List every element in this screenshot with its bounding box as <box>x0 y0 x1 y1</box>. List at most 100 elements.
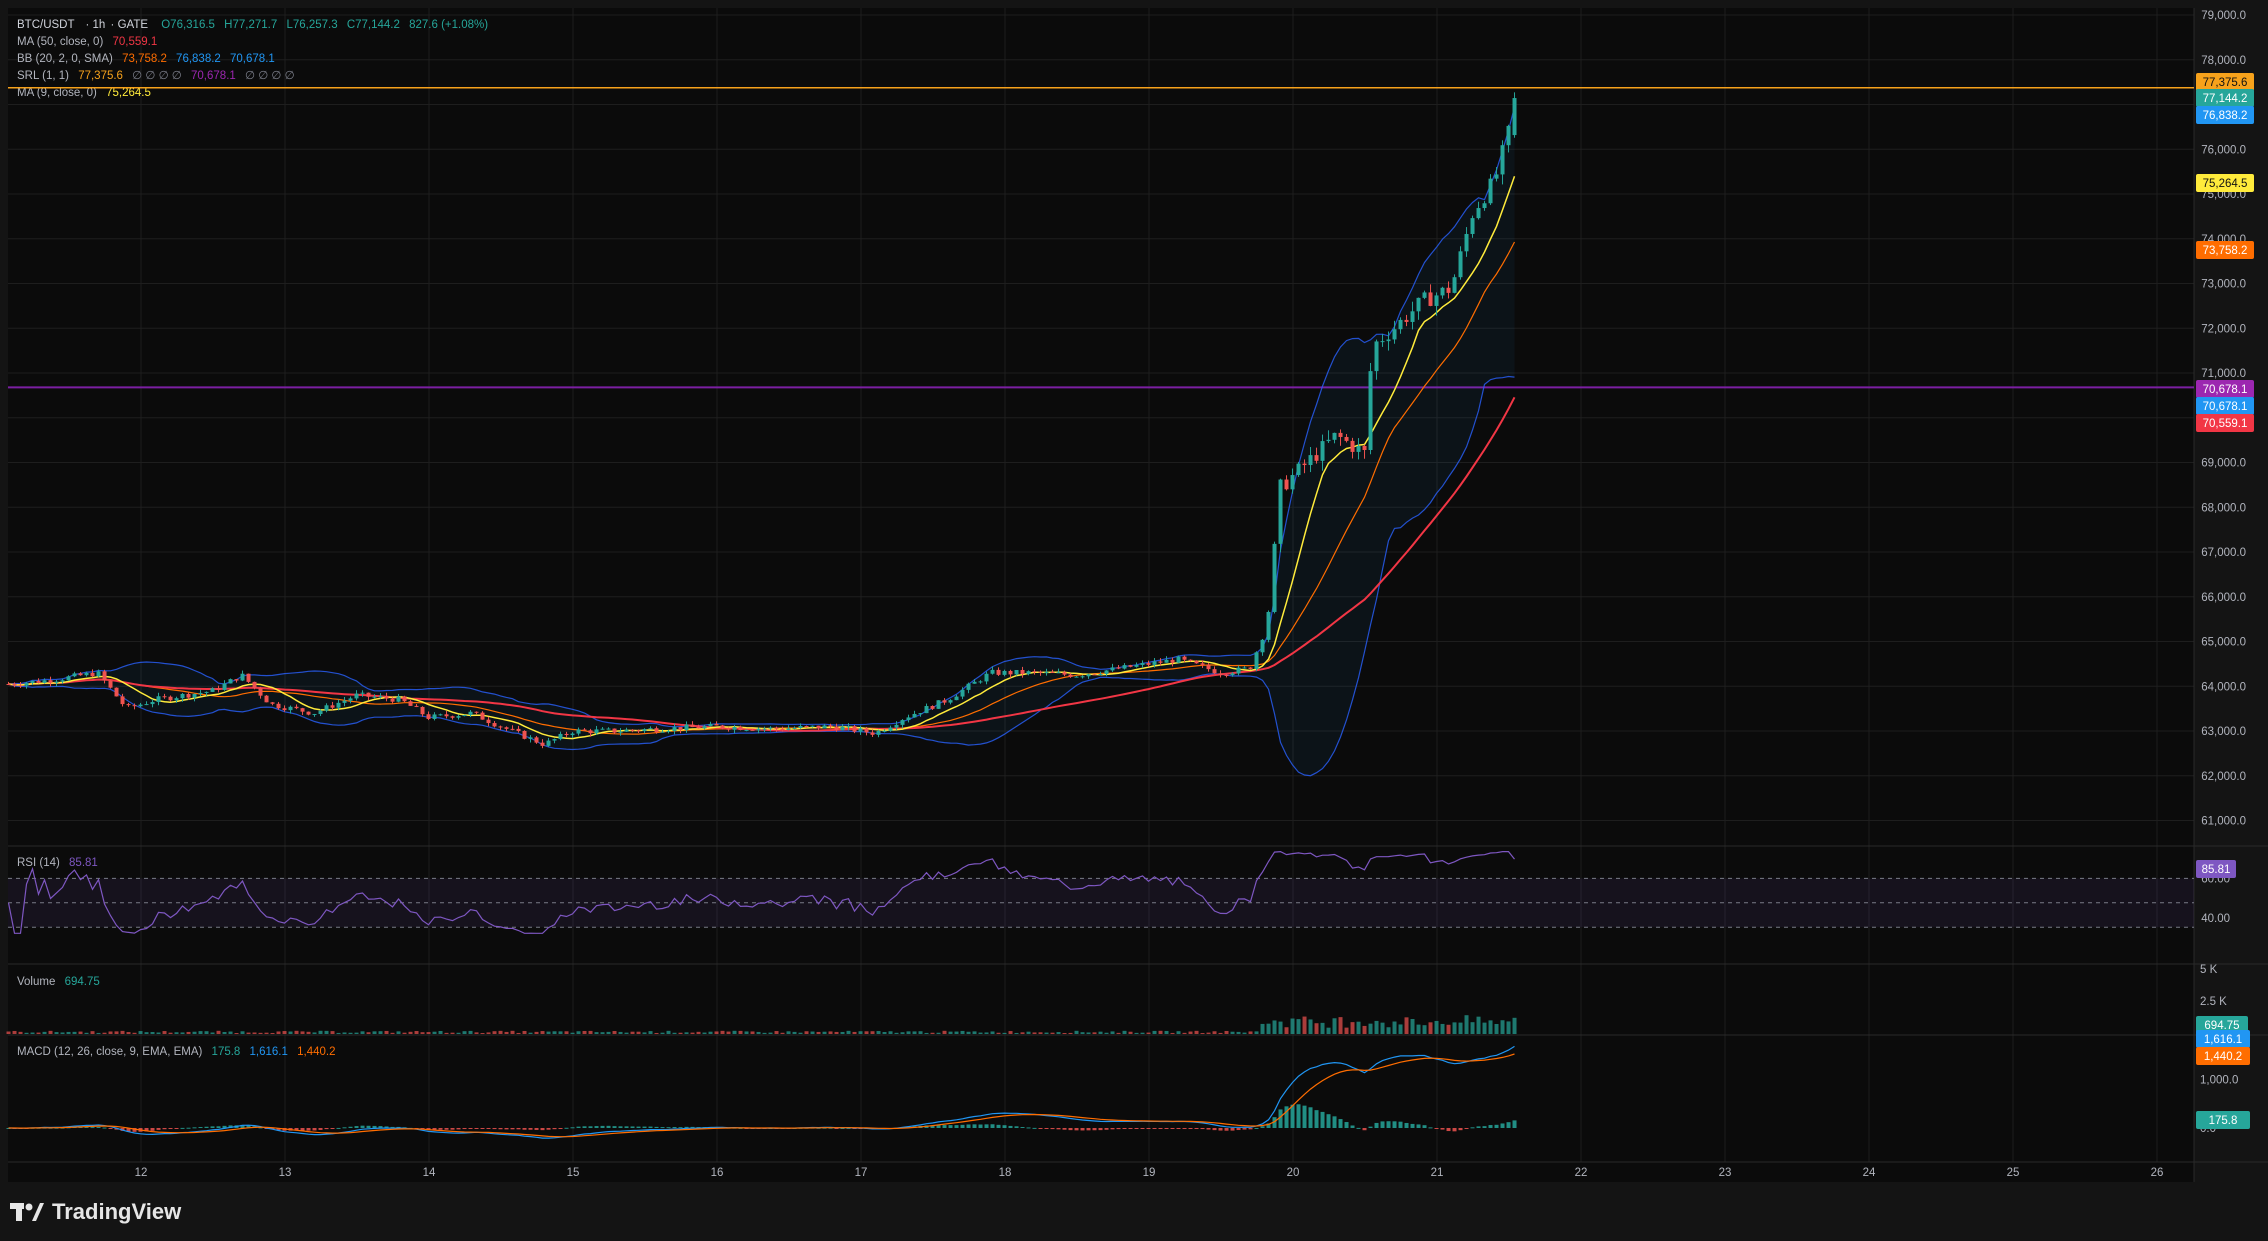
candle-body <box>864 728 869 733</box>
candle-body <box>1482 203 1487 209</box>
volume-bar <box>942 1030 947 1034</box>
volume-bar <box>1398 1024 1403 1034</box>
macd-histogram-bar <box>570 1127 575 1129</box>
volume-bar <box>648 1031 653 1034</box>
volume-bar <box>594 1032 599 1034</box>
candle-body <box>876 730 881 735</box>
macd-histogram-bar <box>1176 1128 1181 1129</box>
volume-bar <box>732 1030 737 1034</box>
candle-body <box>504 727 509 729</box>
macd-histogram-bar <box>1188 1128 1193 1129</box>
candle-body <box>1074 676 1079 678</box>
volume-bar <box>222 1031 227 1034</box>
macd-histogram-bar <box>1512 1120 1517 1128</box>
volume-bar <box>186 1031 191 1034</box>
macd-histogram-bar <box>1374 1122 1379 1128</box>
macd-histogram-bar <box>1128 1128 1133 1129</box>
time-tick-label: 18 <box>999 1167 1012 1179</box>
candle-body <box>846 726 851 728</box>
volume-bar <box>1410 1019 1415 1034</box>
volume-bar <box>960 1030 965 1034</box>
legend-header[interactable]: BTC/USDT · 1h · GATE O76,316.5 H77,271.7… <box>17 19 488 31</box>
macd-histogram-bar <box>1248 1128 1253 1130</box>
macd-histogram-bar <box>1362 1128 1367 1131</box>
volume-bar <box>1056 1032 1061 1034</box>
candle-body <box>72 673 77 677</box>
price-tick-label: 62,000.0 <box>2201 771 2246 783</box>
candle-body <box>1464 233 1469 252</box>
candle-body <box>1302 463 1307 466</box>
candle-body <box>354 693 359 699</box>
volume-bar <box>402 1032 407 1034</box>
volume-bar <box>1488 1020 1493 1034</box>
candle-body <box>564 733 569 736</box>
macd-histogram-bar <box>1182 1128 1187 1129</box>
candle-body <box>1008 670 1013 675</box>
candle-body <box>348 698 353 701</box>
rsi-badge-label: 85.81 <box>2202 864 2231 876</box>
macd-histogram-bar <box>450 1128 455 1130</box>
volume-bar <box>1416 1024 1421 1034</box>
macd-histogram-bar <box>474 1128 479 1129</box>
candle-body <box>966 683 971 690</box>
candle-body <box>576 729 581 734</box>
candle-body <box>90 672 95 677</box>
volume-bar <box>372 1031 377 1034</box>
macd-histogram-bar <box>1230 1128 1235 1131</box>
candle-body <box>1110 667 1115 671</box>
candle-body <box>264 695 269 703</box>
time-tick-label: 21 <box>1431 1167 1444 1179</box>
candle-body <box>1134 664 1139 667</box>
chart-canvas[interactable]: BTC/USDT · 1h · GATE O76,316.5 H77,271.7… <box>0 0 2268 1241</box>
candle-body <box>798 726 803 729</box>
volume-bar <box>204 1031 209 1034</box>
legend-bb[interactable]: BB (20, 2, 0, SMA) 73,758.2 76,838.2 70,… <box>17 53 275 65</box>
legend-ma9[interactable]: MA (9, close, 0) 75,264.5 <box>17 87 151 99</box>
candle-body <box>600 728 605 730</box>
macd-histogram-bar <box>96 1126 101 1128</box>
macd-histogram-bar <box>678 1127 683 1129</box>
macd-histogram-bar <box>204 1126 209 1128</box>
volume-bar <box>504 1031 509 1034</box>
legend-rsi[interactable]: RSI (14) 85.81 <box>17 857 98 869</box>
candle-body <box>324 705 329 711</box>
volume-bar <box>894 1032 899 1034</box>
volume-bar <box>1164 1030 1169 1034</box>
volume-bar <box>384 1030 389 1034</box>
time-tick-label: 17 <box>855 1167 868 1179</box>
volume-bar <box>1218 1032 1223 1034</box>
volume-bar <box>1260 1023 1265 1034</box>
volume-bar <box>150 1031 155 1034</box>
legend-ma50[interactable]: MA (50, close, 0) 70,559.1 <box>17 36 157 48</box>
volume-bar <box>762 1032 767 1034</box>
volume-bar <box>438 1030 443 1034</box>
candle-body <box>780 728 785 730</box>
volume-bar <box>258 1032 263 1034</box>
volume-bar <box>636 1031 641 1034</box>
candle-body <box>1422 292 1427 298</box>
legend-srl[interactable]: SRL (1, 1) 77,375.6 ∅ ∅ ∅ ∅ 70,678.1 ∅ ∅… <box>17 70 295 82</box>
time-tick-label: 25 <box>2007 1167 2020 1179</box>
macd-histogram-bar <box>1044 1128 1049 1129</box>
candle-body <box>1068 674 1073 677</box>
volume-bar <box>1344 1027 1349 1034</box>
macd-tick-label: 1,000.0 <box>2200 1075 2238 1087</box>
volume-bar <box>1194 1030 1199 1034</box>
candle-body <box>996 669 1001 675</box>
candle-body <box>270 702 275 704</box>
volume-bar <box>1080 1032 1085 1034</box>
candle-body <box>1320 441 1325 461</box>
candle-body <box>1206 664 1211 670</box>
legend-volume[interactable]: Volume 694.75 <box>17 976 100 988</box>
macd-histogram-bar <box>600 1125 605 1128</box>
macd-histogram-bar <box>672 1126 677 1128</box>
candle-body <box>1272 543 1277 612</box>
candle-body <box>84 672 89 676</box>
volume-bar <box>174 1032 179 1034</box>
macd-histogram-bar <box>372 1125 377 1128</box>
volume-bar <box>600 1032 605 1034</box>
volume-bar <box>822 1031 827 1034</box>
legend-macd[interactable]: MACD (12, 26, close, 9, EMA, EMA) 175.8 … <box>17 1046 335 1058</box>
volume-bar <box>882 1031 887 1034</box>
tradingview-logo[interactable]: TradingView <box>10 1194 181 1230</box>
